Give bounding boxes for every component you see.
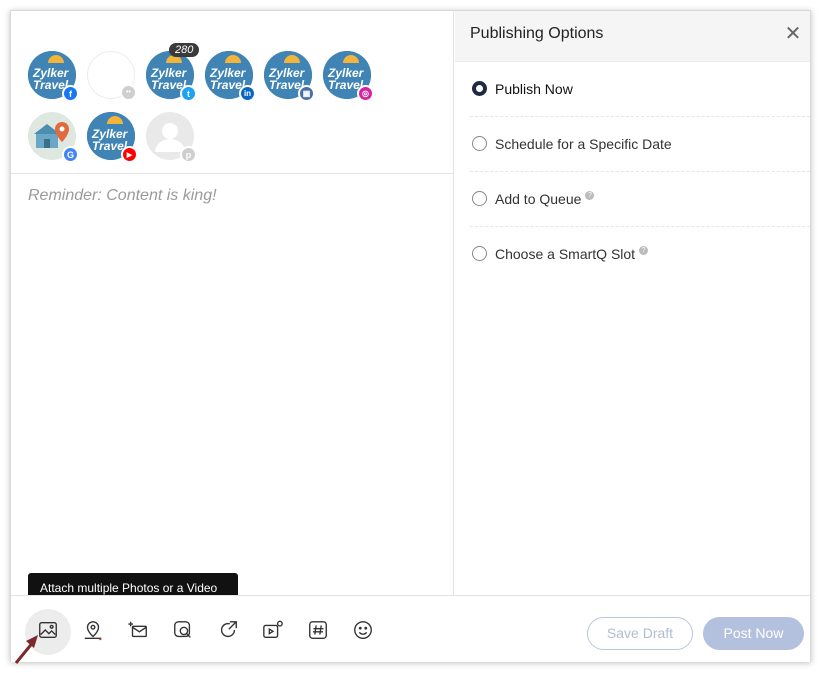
instagram-icon: ◎ bbox=[357, 85, 374, 102]
compose-toolbar: Save Draft Post Now bbox=[11, 595, 810, 662]
profile-avatar-pinterest[interactable]: p bbox=[146, 112, 197, 163]
video-settings-icon[interactable] bbox=[261, 618, 285, 642]
twitter-icon: t bbox=[180, 85, 197, 102]
profile-avatar-twitter[interactable]: Zylker Travel 280 t bbox=[146, 43, 200, 102]
option-schedule-date[interactable]: Schedule for a Specific Date bbox=[470, 117, 810, 172]
option-label-wrap: Add to Queue? bbox=[495, 191, 595, 207]
option-label: Add to Queue bbox=[495, 191, 582, 207]
location-icon[interactable] bbox=[81, 618, 105, 642]
youtube-icon: ▶ bbox=[121, 146, 138, 163]
profile-avatar-youtube[interactable]: Zylker Travel ▶ bbox=[87, 112, 138, 163]
help-icon[interactable]: ? bbox=[639, 246, 649, 255]
radio-smartq-slot[interactable] bbox=[472, 246, 487, 261]
option-label: Choose a SmartQ Slot bbox=[495, 246, 636, 262]
option-label: Schedule for a Specific Date bbox=[495, 136, 672, 152]
option-smartq-slot[interactable]: Choose a SmartQ Slot? bbox=[470, 227, 810, 282]
option-label-wrap: Choose a SmartQ Slot? bbox=[495, 246, 649, 262]
profile-avatar-linkedin[interactable]: Zylker Travel in bbox=[205, 51, 256, 102]
hashtag-icon[interactable] bbox=[306, 618, 330, 642]
option-label: Publish Now bbox=[495, 81, 573, 97]
facebook-icon: f bbox=[62, 85, 79, 102]
emoji-icon[interactable] bbox=[351, 618, 375, 642]
profile-avatar-group[interactable]: •• bbox=[87, 51, 137, 101]
compose-pane: Zylker Travel f •• Zylker Travel 280 t Z… bbox=[11, 11, 454, 595]
help-icon[interactable]: ? bbox=[585, 191, 595, 200]
linkedin-icon: in bbox=[239, 85, 256, 102]
profile-avatar-business[interactable]: Zylker Travel ▦ bbox=[264, 51, 315, 102]
building-icon: ▦ bbox=[298, 85, 315, 102]
search-image-icon[interactable] bbox=[171, 618, 195, 642]
panel-header: Publishing Options ✕ bbox=[455, 11, 810, 62]
mail-add-icon[interactable] bbox=[126, 618, 150, 642]
post-now-button[interactable]: Post Now bbox=[703, 617, 804, 650]
option-publish-now[interactable]: Publish Now bbox=[470, 62, 810, 117]
pinterest-icon: p bbox=[180, 146, 197, 163]
google-icon: G bbox=[62, 146, 79, 163]
radio-add-to-queue[interactable] bbox=[472, 191, 487, 206]
panel-title: Publishing Options bbox=[470, 25, 604, 42]
compose-text-area[interactable]: Reminder: Content is king! bbox=[28, 187, 217, 205]
follower-count-badge: 280 bbox=[169, 43, 200, 57]
radio-schedule-date[interactable] bbox=[472, 136, 487, 151]
publishing-options-panel: Publishing Options ✕ Publish Now Schedul… bbox=[455, 11, 810, 595]
radio-publish-now[interactable] bbox=[472, 81, 487, 96]
profile-selector: Zylker Travel f •• Zylker Travel 280 t Z… bbox=[11, 11, 454, 174]
share-icon[interactable] bbox=[216, 618, 240, 642]
close-icon[interactable]: ✕ bbox=[784, 24, 802, 44]
group-icon: •• bbox=[120, 84, 137, 101]
pointer-arrow-icon bbox=[14, 635, 38, 664]
compose-dialog: Zylker Travel f •• Zylker Travel 280 t Z… bbox=[10, 10, 811, 662]
profile-avatar-instagram[interactable]: Zylker Travel ◎ bbox=[323, 51, 374, 102]
save-draft-button[interactable]: Save Draft bbox=[587, 617, 693, 650]
profile-avatar-facebook[interactable]: Zylker Travel f bbox=[28, 51, 79, 102]
profile-avatar-google[interactable]: G bbox=[28, 112, 79, 163]
option-add-to-queue[interactable]: Add to Queue? bbox=[470, 172, 810, 227]
